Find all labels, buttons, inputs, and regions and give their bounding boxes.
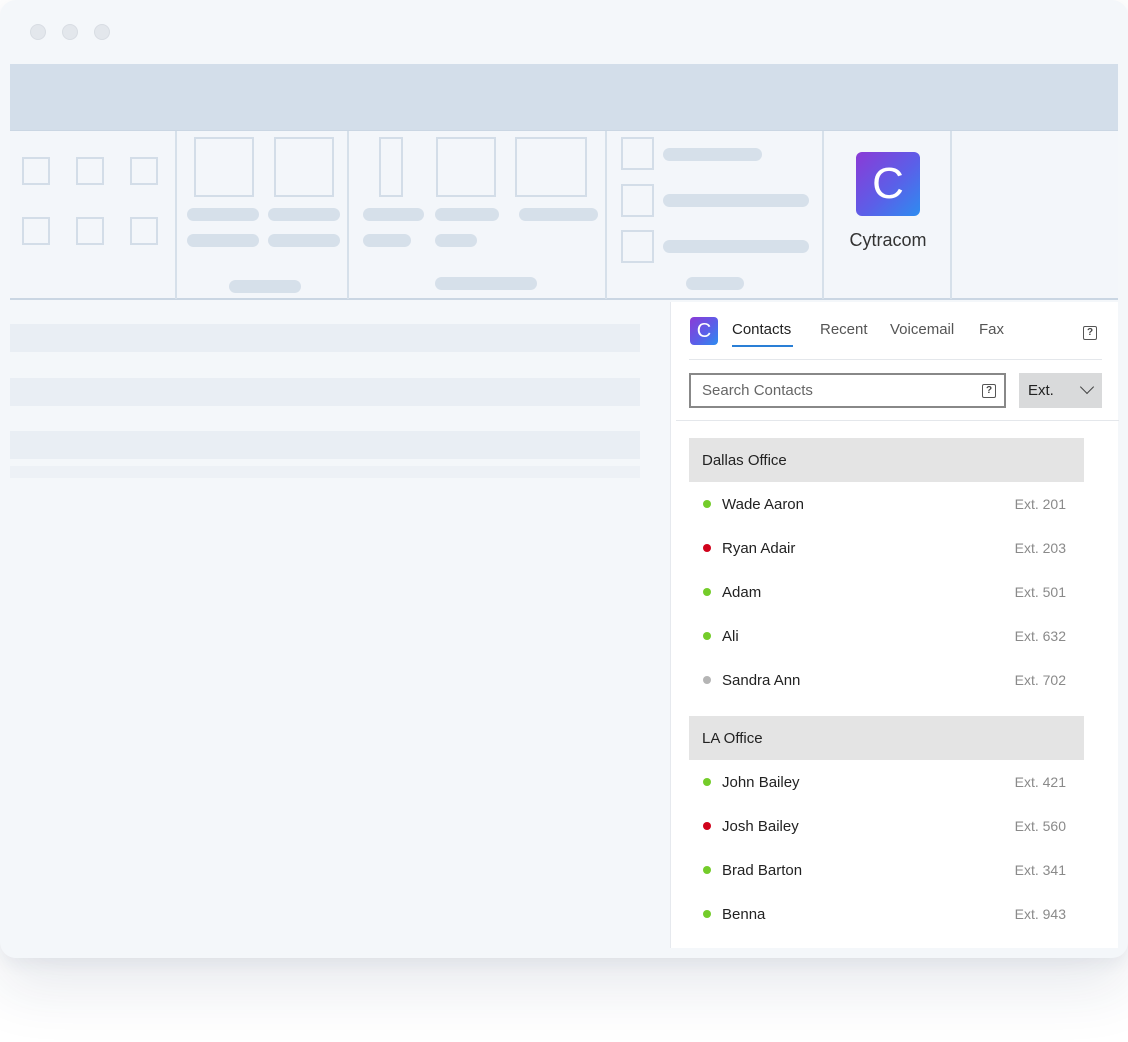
presence-status-dot xyxy=(703,632,711,640)
contact-row[interactable]: Brad Barton Ext. 341 xyxy=(689,848,1084,892)
ribbon-placeholder-icon[interactable] xyxy=(22,217,50,245)
minimize-window-button[interactable] xyxy=(62,24,78,40)
ribbon-placeholder-icon[interactable] xyxy=(130,217,158,245)
ribbon-placeholder-label xyxy=(519,208,598,221)
contact-name: Wade Aaron xyxy=(722,495,804,513)
ribbon-placeholder-icon[interactable] xyxy=(76,157,104,185)
contact-row[interactable]: Ryan Adair Ext. 203 xyxy=(689,526,1084,570)
search-help-icon[interactable]: ? xyxy=(982,384,996,398)
ribbon-placeholder-label xyxy=(435,208,499,221)
contacts-panel: C Contacts Recent Voicemail Fax ? ? Ext.… xyxy=(670,302,1119,948)
ribbon-toolbar xyxy=(10,130,1118,300)
contact-name: John Bailey xyxy=(722,773,800,791)
help-icon[interactable]: ? xyxy=(1083,326,1097,340)
ribbon-placeholder-label xyxy=(663,148,762,161)
contact-extension: Ext. 203 xyxy=(1014,540,1066,556)
ribbon-placeholder-large-icon[interactable] xyxy=(515,137,587,197)
contact-extension: Ext. 421 xyxy=(1014,774,1066,790)
tab-recent[interactable]: Recent xyxy=(820,321,868,338)
ribbon-placeholder-large-icon[interactable] xyxy=(436,137,496,197)
ribbon-placeholder-label xyxy=(363,208,424,221)
ribbon-placeholder-large-icon[interactable] xyxy=(194,137,254,197)
contact-extension: Ext. 341 xyxy=(1014,862,1066,878)
contact-extension: Ext. 632 xyxy=(1014,628,1066,644)
app-window: C Cytracom C Contacts Recent Voicemail F… xyxy=(0,0,1128,958)
presence-status-dot xyxy=(703,544,711,552)
presence-status-dot xyxy=(703,910,711,918)
title-bar-placeholder xyxy=(10,64,1118,130)
ribbon-group-label-placeholder xyxy=(435,277,537,290)
presence-status-dot xyxy=(703,588,711,596)
ribbon-placeholder-icon[interactable] xyxy=(22,157,50,185)
presence-status-dot xyxy=(703,866,711,874)
ribbon-placeholder-label xyxy=(187,234,259,247)
tabs-divider xyxy=(689,359,1102,360)
contact-name: Josh Bailey xyxy=(722,817,799,835)
search-contacts-input[interactable] xyxy=(689,373,1006,408)
contact-row[interactable]: Wade Aaron Ext. 201 xyxy=(689,482,1084,526)
ribbon-group-label-placeholder xyxy=(686,277,744,290)
contact-extension: Ext. 201 xyxy=(1014,496,1066,512)
ribbon-placeholder-icon[interactable] xyxy=(621,230,654,263)
contact-extension: Ext. 501 xyxy=(1014,584,1066,600)
contact-name: Brad Barton xyxy=(722,861,803,879)
ribbon-placeholder-label xyxy=(187,208,259,221)
cytracom-app-icon[interactable]: C xyxy=(856,152,920,216)
contact-name: Ryan Adair xyxy=(722,539,796,557)
contact-name: Benna xyxy=(722,905,766,923)
contact-row[interactable]: Adam Ext. 501 xyxy=(689,570,1084,614)
ribbon-placeholder-large-icon[interactable] xyxy=(274,137,334,197)
contact-name: Ali xyxy=(722,627,739,645)
contact-row[interactable]: Benna Ext. 943 xyxy=(689,892,1084,936)
presence-status-dot xyxy=(703,778,711,786)
ribbon-placeholder-label xyxy=(268,234,340,247)
contact-row[interactable]: Josh Bailey Ext. 560 xyxy=(689,804,1084,848)
tab-voicemail[interactable]: Voicemail xyxy=(890,321,954,338)
ribbon-placeholder-label xyxy=(663,194,809,207)
ribbon-placeholder-icon[interactable] xyxy=(621,137,654,170)
active-tab-indicator xyxy=(732,345,793,347)
panel-logo-letter: C xyxy=(696,319,712,342)
group-header-dallas-office[interactable]: Dallas Office xyxy=(689,438,1084,482)
contact-extension: Ext. 943 xyxy=(1014,906,1066,922)
sort-by-value: Ext. xyxy=(1028,382,1054,399)
ribbon-placeholder-label xyxy=(363,234,411,247)
contact-name: Adam xyxy=(722,583,762,601)
document-area xyxy=(10,302,640,958)
ribbon-placeholder-label xyxy=(268,208,340,221)
ribbon-placeholder-label xyxy=(663,240,809,253)
chevron-down-icon xyxy=(1079,379,1095,395)
app-logo-letter: C xyxy=(872,159,904,208)
tab-contacts[interactable]: Contacts xyxy=(732,321,791,338)
window-controls xyxy=(30,24,110,40)
contact-extension: Ext. 702 xyxy=(1014,672,1066,688)
ribbon-placeholder-icon[interactable] xyxy=(130,157,158,185)
presence-status-dot xyxy=(703,500,711,508)
ribbon-placeholder-label xyxy=(435,234,477,247)
sort-by-select[interactable]: Ext. xyxy=(1019,373,1102,408)
group-header-la-office[interactable]: LA Office xyxy=(689,716,1084,760)
ribbon-placeholder-icon[interactable] xyxy=(379,137,403,197)
contact-extension: Ext. 560 xyxy=(1014,818,1066,834)
ribbon-group-label-placeholder xyxy=(229,280,301,293)
contact-row[interactable]: John Bailey Ext. 421 xyxy=(689,760,1084,804)
ribbon-placeholder-icon[interactable] xyxy=(76,217,104,245)
presence-status-dot xyxy=(703,676,711,684)
close-window-button[interactable] xyxy=(30,24,46,40)
tab-fax[interactable]: Fax xyxy=(979,321,1004,338)
presence-status-dot xyxy=(703,822,711,830)
app-name-label: Cytracom xyxy=(849,230,927,250)
contact-row[interactable]: Sandra Ann Ext. 702 xyxy=(689,658,1084,702)
panel-app-logo: C xyxy=(690,317,718,345)
maximize-window-button[interactable] xyxy=(94,24,110,40)
search-divider xyxy=(676,420,1119,421)
contact-row[interactable]: Ali Ext. 632 xyxy=(689,614,1084,658)
ribbon-placeholder-icon[interactable] xyxy=(621,184,654,217)
contact-name: Sandra Ann xyxy=(722,671,801,689)
